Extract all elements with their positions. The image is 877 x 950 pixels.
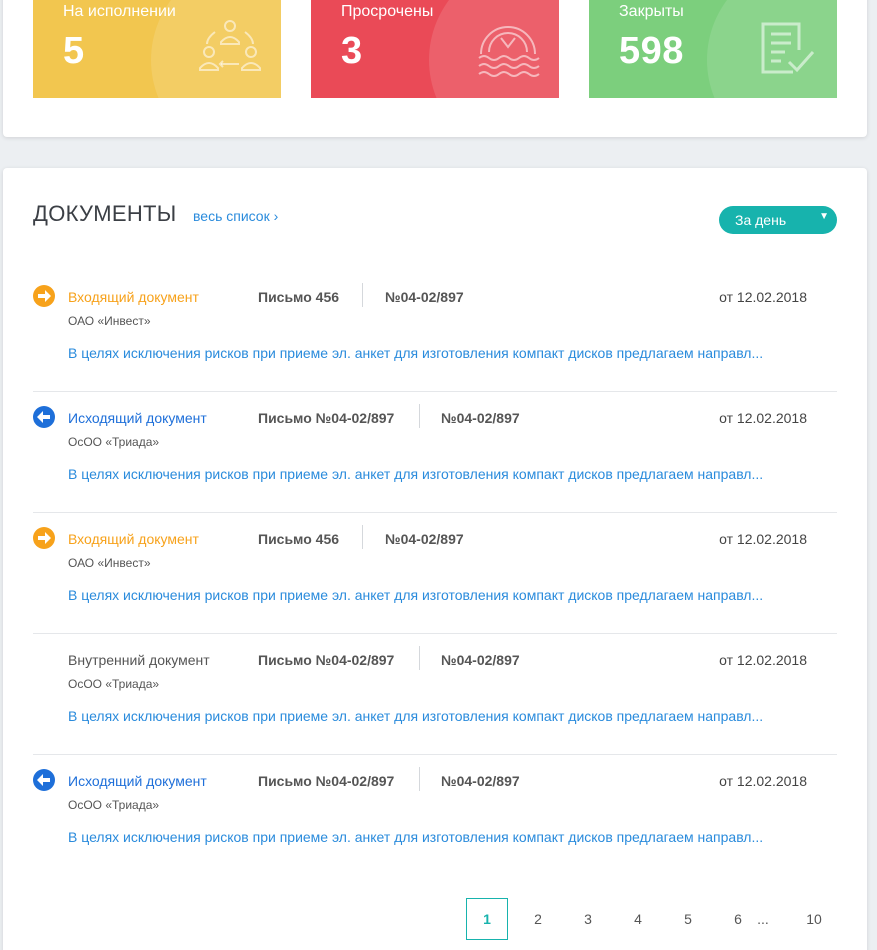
stats-panel: На исполнении 5 Просрочены 3 Закрыты 598 <box>3 0 867 137</box>
document-letter: Письмо №04-02/897 <box>258 773 395 789</box>
stat-value: 598 <box>619 30 684 72</box>
document-row[interactable]: Внутренний документ Письмо №04-02/897 №04-… <box>33 634 837 755</box>
document-number: №04-02/897 <box>441 652 520 668</box>
workflow-people-icon <box>199 20 261 71</box>
document-row[interactable]: Входящий документ Письмо 456 №04-02/897 от … <box>33 271 837 392</box>
arrow-right-icon <box>33 285 55 307</box>
sinking-clock-icon <box>478 26 540 77</box>
divider <box>419 767 420 791</box>
document-organization: ОАО «Инвест» <box>68 556 151 570</box>
page-button[interactable]: 5 <box>667 898 709 940</box>
caret-down-icon: ▼ <box>819 211 829 222</box>
document-description-link[interactable]: В целях исключения рисков при приеме эл.… <box>68 466 763 482</box>
period-select-value: За день <box>735 212 787 228</box>
document-organization: ОсОО «Триада» <box>68 435 160 449</box>
document-check-icon <box>761 22 815 74</box>
document-date: от 12.02.2018 <box>719 410 807 426</box>
arrow-right-icon <box>33 527 55 549</box>
document-type[interactable]: Входящий документ <box>68 289 199 305</box>
divider <box>419 404 420 428</box>
stat-closed[interactable]: Закрыты 598 <box>589 0 837 98</box>
arrow-left-icon <box>33 769 55 791</box>
document-organization: ОсОО «Триада» <box>68 677 160 691</box>
stat-value: 5 <box>63 30 85 72</box>
pagination: 1 2 3 4 5 6... 10 <box>3 898 867 940</box>
divider <box>362 525 363 549</box>
pagination-ellipsis: ... <box>757 911 769 927</box>
stat-overdue[interactable]: Просрочены 3 <box>311 0 559 98</box>
documents-panel: ДОКУМЕНТЫ весь список › За день ▼ Входящ… <box>3 168 867 950</box>
document-description-link[interactable]: В целях исключения рисков при приеме эл.… <box>68 587 763 603</box>
page-button[interactable]: 1 <box>466 898 508 940</box>
document-letter: Письмо №04-02/897 <box>258 410 395 426</box>
all-documents-link[interactable]: весь список › <box>193 208 278 224</box>
document-type[interactable]: Исходящий документ <box>68 773 207 789</box>
document-date: от 12.02.2018 <box>719 773 807 789</box>
document-number: №04-02/897 <box>385 289 464 305</box>
documents-title: ДОКУМЕНТЫ <box>33 201 177 226</box>
document-row[interactable]: Исходящий документ Письмо №04-02/897 №04-0… <box>33 392 837 513</box>
document-date: от 12.02.2018 <box>719 652 807 668</box>
page-button[interactable]: 3 <box>567 898 609 940</box>
document-date: от 12.02.2018 <box>719 531 807 547</box>
document-number: №04-02/897 <box>441 410 520 426</box>
document-description-link[interactable]: В целях исключения рисков при приеме эл.… <box>68 708 763 724</box>
divider <box>362 283 363 307</box>
arrow-left-icon <box>33 406 55 428</box>
document-organization: ОАО «Инвест» <box>68 314 151 328</box>
stat-label: Закрыты <box>619 3 684 20</box>
document-description-link[interactable]: В целях исключения рисков при приеме эл.… <box>68 829 763 845</box>
divider <box>419 646 420 670</box>
document-description-link[interactable]: В целях исключения рисков при приеме эл.… <box>68 345 763 361</box>
stat-label: Просрочены <box>341 3 434 20</box>
document-letter: Письмо 456 <box>258 289 340 305</box>
document-letter: Письмо 456 <box>258 531 340 547</box>
document-row[interactable]: Исходящий документ Письмо №04-02/897 №04-0… <box>33 755 837 876</box>
document-row[interactable]: Входящий документ Письмо 456 №04-02/897 от … <box>33 513 837 634</box>
document-number: №04-02/897 <box>441 773 520 789</box>
document-date: от 12.02.2018 <box>719 289 807 305</box>
document-organization: ОсОО «Триада» <box>68 798 160 812</box>
period-select[interactable]: За день ▼ <box>719 206 837 234</box>
stat-value: 3 <box>341 30 363 72</box>
page-button[interactable]: 2 <box>517 898 559 940</box>
page-button[interactable]: 4 <box>617 898 659 940</box>
page-button[interactable]: 10 <box>793 898 835 940</box>
document-number: №04-02/897 <box>385 531 464 547</box>
document-type[interactable]: Входящий документ <box>68 531 199 547</box>
document-letter: Письмо №04-02/897 <box>258 652 395 668</box>
document-type[interactable]: Исходящий документ <box>68 410 207 426</box>
stat-in-progress[interactable]: На исполнении 5 <box>33 0 281 98</box>
document-type[interactable]: Внутренний документ <box>68 652 210 668</box>
stat-label: На исполнении <box>63 3 176 20</box>
